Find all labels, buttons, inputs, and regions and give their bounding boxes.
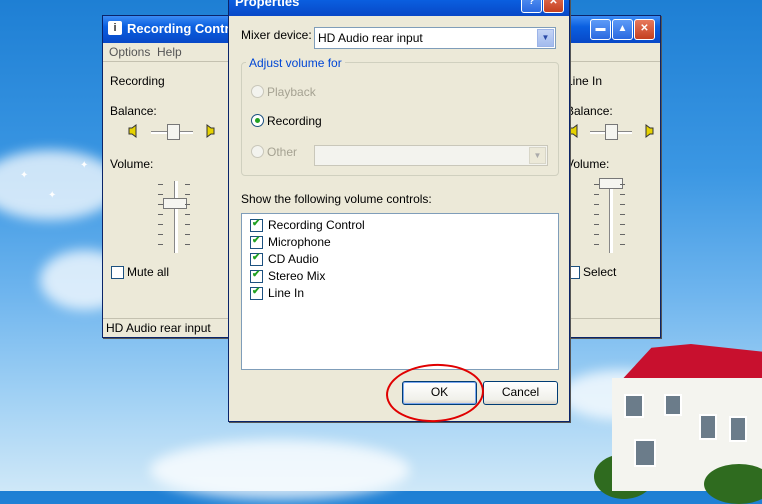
channel-name: Recording — [110, 74, 165, 88]
microphone-checkbox[interactable] — [250, 235, 263, 249]
sparkle-icon: ✦ — [20, 170, 29, 181]
maximize-icon[interactable]: ▲ — [612, 19, 633, 40]
stereo-mix-checkbox[interactable] — [250, 269, 263, 283]
title-bar[interactable]: Properties ? ✕ — [229, 0, 569, 16]
list-item: Line In — [268, 286, 305, 300]
balance-label: Balance: — [566, 104, 613, 118]
chevron-down-icon: ▼ — [529, 147, 546, 164]
close-icon[interactable]: ✕ — [543, 0, 564, 13]
other-radio[interactable] — [251, 145, 264, 158]
status-bar: HD Audio rear input — [106, 321, 211, 335]
playback-radio[interactable] — [251, 85, 264, 98]
mixer-device-label: Mixer device: — [241, 28, 312, 42]
sparkle-icon: ✦ — [80, 160, 89, 171]
volume-slider[interactable] — [609, 181, 613, 253]
other-device-dropdown[interactable]: ▼ — [314, 145, 548, 166]
list-item: Microphone — [268, 235, 331, 249]
speaker-left-icon — [128, 124, 137, 138]
select-label: Select — [583, 265, 617, 279]
cancel-button[interactable]: Cancel — [483, 381, 558, 405]
volume-label: Volume: — [110, 157, 154, 171]
house-image — [594, 344, 762, 504]
list-item: Recording Control — [268, 218, 365, 232]
show-controls-label: Show the following volume controls: — [241, 192, 432, 206]
adjust-volume-label: Adjust volume for — [246, 56, 345, 70]
balance-label: Balance: — [110, 104, 157, 118]
dialog-title: Properties — [235, 0, 300, 9]
volume-controls-list[interactable]: Recording Control Microphone CD Audio St… — [241, 213, 559, 370]
recording-control-checkbox[interactable] — [250, 218, 263, 232]
menu-options[interactable]: Options — [109, 45, 150, 59]
menu-help[interactable]: Help — [157, 45, 182, 59]
properties-dialog: Properties ? ✕ Mixer device: HD Audio re… — [228, 0, 570, 422]
balance-slider-thumb[interactable] — [167, 124, 180, 140]
volume-label: Volume: — [566, 157, 610, 171]
mixer-device-value: HD Audio rear input — [318, 31, 423, 45]
mixer-device-dropdown[interactable]: HD Audio rear input ▼ — [314, 27, 556, 49]
cloud — [150, 440, 410, 500]
list-item: Stereo Mix — [268, 269, 326, 283]
recording-radio[interactable] — [251, 114, 264, 127]
sparkle-icon: ✦ — [48, 190, 57, 201]
mute-all-label: Mute all — [127, 265, 170, 279]
minimize-icon[interactable]: ▬ — [590, 19, 611, 40]
close-icon[interactable]: ✕ — [634, 19, 655, 40]
window-title: Recording Control — [127, 21, 242, 36]
speaker-right-icon — [645, 124, 654, 138]
cd-audio-checkbox[interactable] — [250, 252, 263, 266]
help-icon[interactable]: ? — [521, 0, 542, 13]
other-label: Other — [267, 145, 298, 159]
chevron-down-icon[interactable]: ▼ — [537, 29, 554, 47]
volume-slider-thumb[interactable] — [163, 198, 187, 209]
playback-label: Playback — [267, 85, 316, 99]
speaker-right-icon — [206, 124, 215, 138]
window-menu-icon[interactable]: i — [108, 21, 122, 35]
channel-name: Line In — [566, 74, 603, 88]
list-item: CD Audio — [268, 252, 319, 266]
balance-slider-thumb[interactable] — [605, 124, 618, 140]
speaker-left-icon — [569, 124, 578, 138]
mute-all-checkbox[interactable] — [111, 266, 124, 279]
line-in-checkbox[interactable] — [250, 286, 263, 300]
volume-slider[interactable] — [174, 181, 178, 253]
recording-label: Recording — [267, 114, 322, 128]
